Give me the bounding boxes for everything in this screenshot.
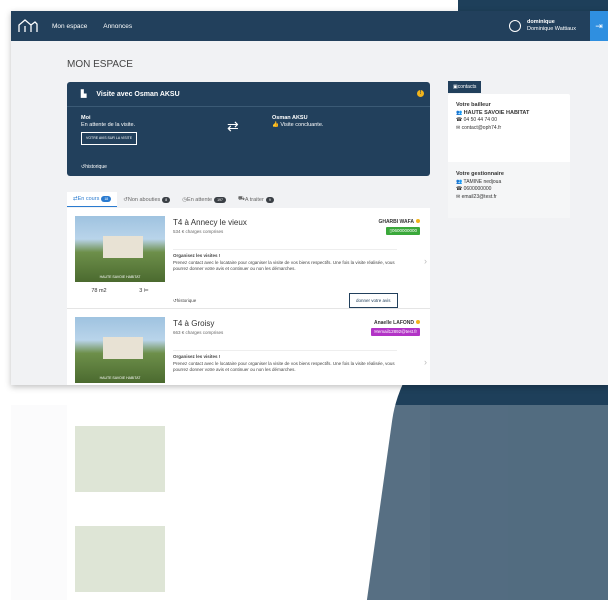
- gestionnaire-email[interactable]: email23@test.fr: [462, 194, 497, 200]
- listing-panel: HAUTE SAVOIE HABITAT 78 m2 3 ⊨ T4 à Anne…: [67, 208, 430, 385]
- visit-card: ▙ Visite avec Osman AKSU ! Moi En attent…: [67, 82, 430, 176]
- tab-label: En cours: [77, 196, 100, 202]
- bailleur-phone[interactable]: 04 50 44 74 00: [464, 117, 497, 123]
- users-icon: 👥: [456, 109, 464, 116]
- bailleur-title: Votre bailleur: [456, 102, 491, 108]
- warning-icon: !: [417, 90, 424, 97]
- swap-arrows-icon: ⇄: [227, 118, 239, 134]
- gestionnaire-title: Votre gestionnaire: [456, 171, 504, 177]
- phone-icon: ☎: [456, 117, 464, 123]
- gestionnaire-phone[interactable]: 0600000000: [464, 186, 492, 192]
- tab-count-badge: 9: [265, 196, 274, 203]
- listing-contact: Anaelle LAFOND ✉email12892@test.fr: [371, 320, 420, 336]
- bailleur-email[interactable]: contact@oph74.fr: [462, 125, 502, 131]
- photo-tag: HAUTE SAVOIE HABITAT: [99, 376, 141, 380]
- listing-specs: 78 m2 3 ⊨: [75, 288, 165, 294]
- listing-photo: HAUTE SAVOIE HABITAT: [75, 216, 165, 282]
- bailleur-block: Votre bailleur 👥 HAUTE SAVOIE HABITAT ☎ …: [456, 102, 529, 132]
- visit-other-name: Osman AKSU: [272, 115, 308, 121]
- message-body: Prenez contact avec le locataire pour or…: [173, 259, 395, 272]
- tab-label: Non abouties: [127, 196, 161, 203]
- contacts-card: Votre bailleur 👥 HAUTE SAVOIE HABITAT ☎ …: [448, 94, 570, 218]
- contact-name: GHARBI WAFA: [378, 219, 414, 225]
- tab-non-abouties[interactable]: ↺ Non abouties 8: [117, 192, 176, 207]
- message-body: Prenez contact avec le locataire pour or…: [173, 360, 395, 373]
- contact-value: 0600000000: [391, 228, 417, 233]
- status-tabs: ⇄ En cours 18 ↺ Non abouties 8 ◷ En attent…: [67, 192, 430, 207]
- screen-reflection: [11, 405, 608, 600]
- user-avatar-icon: [508, 19, 521, 32]
- listing-rooms: 3: [139, 288, 143, 294]
- listing-photo: HAUTE SAVOIE HABITAT: [75, 317, 165, 383]
- tab-en-cours[interactable]: ⇄ En cours 18: [67, 192, 118, 207]
- contacts-tab-label: contacts: [457, 84, 477, 90]
- list-item[interactable]: HAUTE SAVOIE HABITAT 78 m2 3 ⊨ T4 à Anne…: [67, 208, 430, 309]
- history-label: historique: [176, 298, 197, 303]
- users-icon: 👥: [456, 178, 464, 185]
- give-feedback-button[interactable]: donner votre avis: [349, 293, 398, 308]
- visit-me-label: Moi: [81, 115, 91, 121]
- visit-title: Visite avec Osman AKSU: [96, 90, 180, 98]
- contacts-tab[interactable]: ▣ contacts: [448, 81, 482, 93]
- listing-price: 663 € charges comprises: [173, 330, 224, 335]
- chevron-right-icon[interactable]: ›: [424, 256, 427, 266]
- car-icon: ⛟: [237, 196, 245, 202]
- listing-title: T4 à Annecy le vieux: [173, 218, 247, 227]
- logout-icon[interactable]: ⇥: [590, 11, 608, 41]
- message-title: Organisez les visites !: [173, 354, 221, 359]
- gestionnaire-block: Votre gestionnaire 👥 TAMINE nedjoua ☎ 06…: [456, 171, 504, 201]
- tab-count-badge: 18: [101, 196, 112, 202]
- status-dot: [416, 320, 420, 324]
- house-logo-icon[interactable]: [18, 19, 38, 33]
- message-title: Organisez les visites !: [173, 253, 221, 258]
- listing-title: T4 à Groisy: [173, 319, 215, 328]
- listing-price: 534 € charges comprises: [173, 229, 224, 234]
- visit-me-block: Moi En attente de la visite. VOTRE AVIS …: [81, 115, 138, 145]
- visit-history-label: historique: [85, 164, 107, 170]
- contact-name: Anaelle LAFOND: [373, 320, 414, 326]
- tab-label: En attente: [187, 196, 213, 203]
- phone-icon: ☎: [456, 186, 464, 192]
- listing-contact: GHARBI WAFA ▯0600000000: [378, 219, 420, 235]
- building-icon: ▙: [81, 91, 87, 98]
- phone-pill[interactable]: ▯0600000000: [386, 227, 420, 235]
- bed-icon: ⊨: [143, 288, 149, 294]
- list-item[interactable]: HAUTE SAVOIE HABITAT T4 à Groisy 663 € c…: [67, 309, 430, 385]
- main-nav: Mon espace Annonces: [38, 23, 132, 30]
- status-dot: [416, 219, 420, 223]
- listing-area: 78 m2: [91, 288, 107, 294]
- tab-count-badge: 197: [214, 196, 226, 203]
- app-screenshot: Mon espace Annonces dominique Dominique …: [11, 11, 608, 385]
- tab-label: A traiter: [244, 196, 264, 203]
- page-title: MON ESPACE: [67, 59, 133, 70]
- visit-me-status: En attente de la visite.: [81, 122, 136, 128]
- photo-tag: HAUTE SAVOIE HABITAT: [99, 275, 141, 279]
- tab-a-traiter[interactable]: ⛟ A traiter 9: [232, 192, 280, 207]
- tab-count-badge: 8: [162, 196, 171, 203]
- user-fullname: Dominique Wattiaux: [526, 25, 576, 32]
- email-pill[interactable]: ✉email12892@test.fr: [371, 328, 420, 336]
- listing-message: Organisez les visites ! Prenez contact a…: [173, 249, 397, 273]
- contact-value: email12892@test.fr: [377, 329, 417, 334]
- listing-message: Organisez les visites ! Prenez contact a…: [173, 350, 397, 374]
- user-menu[interactable]: dominique Dominique Wattiaux: [508, 19, 576, 32]
- listing-history-link[interactable]: ↺historique: [173, 298, 196, 304]
- nav-mon-espace[interactable]: Mon espace: [52, 23, 87, 30]
- thumbs-up-icon: 👍: [272, 122, 279, 128]
- bailleur-name: HAUTE SAVOIE HABITAT: [463, 109, 530, 116]
- visit-other-status: Visite concluante.: [280, 122, 324, 128]
- chevron-right-icon[interactable]: ›: [424, 357, 427, 367]
- visit-other-block: Osman AKSU 👍 Visite concluante.: [272, 115, 323, 129]
- nav-annonces[interactable]: Annonces: [103, 23, 132, 30]
- visit-feedback-button[interactable]: VOTRE AVIS SUR LA VISITE: [81, 132, 138, 145]
- gestionnaire-name: TAMINE nedjoua: [463, 178, 502, 185]
- visit-history-link[interactable]: ↺historique: [81, 164, 107, 170]
- tab-en-attente[interactable]: ◷ En attente 197: [176, 192, 232, 207]
- top-navbar: Mon espace Annonces dominique Dominique …: [11, 11, 608, 41]
